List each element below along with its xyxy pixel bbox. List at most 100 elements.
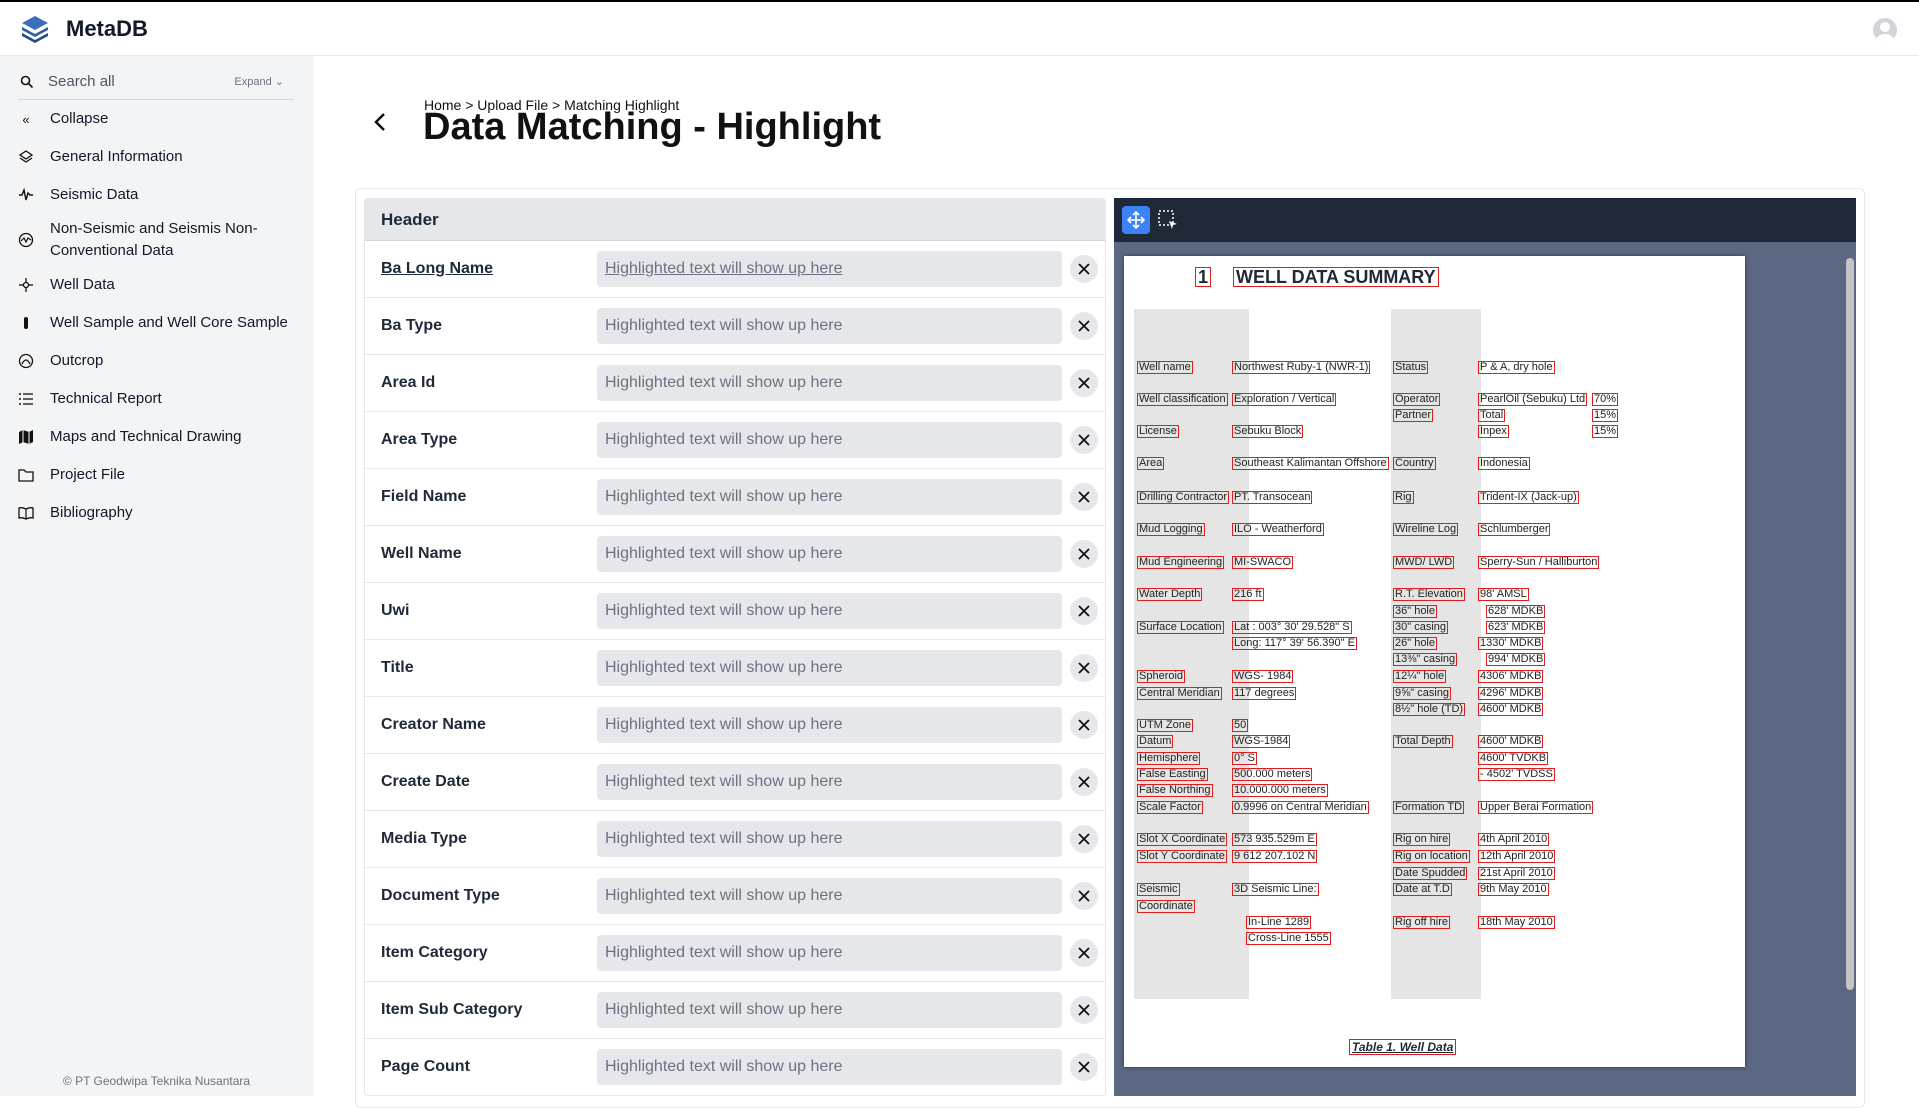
- clear-button[interactable]: [1070, 597, 1098, 625]
- doc-title[interactable]: WELL DATA SUMMARY: [1233, 267, 1439, 287]
- doc-field-label[interactable]: Rig on location: [1393, 850, 1470, 863]
- clear-button[interactable]: [1070, 825, 1098, 853]
- doc-field-label[interactable]: Slot Y Coordinate: [1137, 850, 1227, 863]
- clear-button[interactable]: [1070, 369, 1098, 397]
- doc-field-value[interactable]: 4306' MDKB: [1478, 670, 1544, 683]
- document-viewer[interactable]: 1 WELL DATA SUMMARY Well name Well classi…: [1114, 198, 1856, 1096]
- doc-field-value[interactable]: Upper Berai Formation: [1478, 801, 1594, 814]
- doc-field-label[interactable]: Mud Engineering: [1137, 556, 1225, 569]
- field-input-document-type[interactable]: Highlighted text will show up here: [597, 878, 1062, 914]
- field-input-uwi[interactable]: Highlighted text will show up here: [597, 593, 1062, 629]
- doc-field-label[interactable]: False Easting: [1137, 768, 1208, 781]
- doc-caption[interactable]: Table 1. Well Data: [1349, 1039, 1457, 1055]
- doc-field-label[interactable]: Formation TD: [1393, 801, 1465, 814]
- doc-percent-value[interactable]: 70%: [1592, 393, 1619, 406]
- pan-tool-button[interactable]: [1122, 206, 1150, 234]
- doc-section-number[interactable]: 1: [1195, 267, 1212, 287]
- doc-field-label[interactable]: False Northing: [1137, 784, 1213, 797]
- sidebar-item-well-sample[interactable]: Well Sample and Well Core Sample: [0, 304, 313, 342]
- doc-field-label[interactable]: Surface Location: [1137, 621, 1224, 634]
- sidebar-item-well-data[interactable]: Well Data: [0, 266, 313, 304]
- doc-field-label[interactable]: MWD/ LWD: [1393, 556, 1455, 569]
- clear-button[interactable]: [1070, 882, 1098, 910]
- doc-field-value[interactable]: WGS-1984: [1232, 735, 1291, 748]
- clear-button[interactable]: [1070, 483, 1098, 511]
- doc-field-label[interactable]: Area: [1137, 457, 1165, 470]
- doc-field-label[interactable]: Country: [1393, 457, 1436, 470]
- field-input-media-type[interactable]: Highlighted text will show up here: [597, 821, 1062, 857]
- doc-field-label[interactable]: Spheroid: [1137, 670, 1186, 683]
- user-avatar-icon[interactable]: [1873, 18, 1897, 42]
- doc-field-value[interactable]: 0.9996 on Central Meridian: [1232, 801, 1369, 814]
- select-tool-button[interactable]: [1154, 206, 1182, 234]
- doc-field-label[interactable]: Central Meridian: [1137, 687, 1222, 700]
- doc-field-value[interactable]: In-Line 1289: [1246, 916, 1312, 929]
- doc-field-label[interactable]: Coordinate: [1137, 900, 1195, 913]
- doc-field-label[interactable]: Rig on hire: [1393, 833, 1451, 846]
- doc-percent-value[interactable]: 15%: [1592, 425, 1619, 438]
- clear-button[interactable]: [1070, 711, 1098, 739]
- clear-button[interactable]: [1070, 426, 1098, 454]
- sidebar-item-project-file[interactable]: Project File: [0, 456, 313, 494]
- doc-field-label[interactable]: R.T. Elevation: [1393, 588, 1465, 601]
- clear-button[interactable]: [1070, 255, 1098, 283]
- doc-percent-value[interactable]: 15%: [1592, 409, 1619, 422]
- doc-field-value[interactable]: 994' MDKB: [1486, 653, 1546, 666]
- clear-button[interactable]: [1070, 312, 1098, 340]
- search-bar[interactable]: Search all Expand ⌄: [18, 64, 294, 100]
- doc-field-value[interactable]: 18th May 2010: [1478, 916, 1555, 929]
- field-input-create-date[interactable]: Highlighted text will show up here: [597, 764, 1062, 800]
- doc-field-label[interactable]: Water Depth: [1137, 588, 1203, 601]
- clear-button[interactable]: [1070, 996, 1098, 1024]
- sidebar-item-collapse[interactable]: « Collapse: [0, 100, 313, 138]
- doc-field-label[interactable]: Mud Logging: [1137, 523, 1205, 536]
- doc-field-value[interactable]: 98' AMSL: [1478, 588, 1529, 601]
- doc-field-value[interactable]: Inpex: [1478, 425, 1509, 438]
- app-brand[interactable]: MetaDB: [66, 16, 148, 42]
- doc-field-value[interactable]: 4600' MDKB: [1478, 703, 1544, 716]
- doc-field-value[interactable]: 12th April 2010: [1478, 850, 1556, 863]
- doc-field-label[interactable]: License: [1137, 425, 1179, 438]
- doc-field-value[interactable]: Long: 117° 39' 56.390" E: [1232, 637, 1357, 650]
- doc-field-value[interactable]: Exploration / Vertical: [1232, 393, 1337, 406]
- doc-field-value[interactable]: 623' MDKB: [1486, 621, 1546, 634]
- sidebar-item-seismic-data[interactable]: Seismic Data: [0, 176, 313, 214]
- doc-field-value[interactable]: 628' MDKB: [1486, 605, 1546, 618]
- doc-field-value[interactable]: Lat : 003° 30' 29.528" S: [1232, 621, 1352, 634]
- field-label-ba-long-name[interactable]: Ba Long Name: [381, 260, 493, 278]
- doc-field-value[interactable]: WGS- 1984: [1232, 670, 1294, 683]
- doc-field-value[interactable]: 1330' MDKB: [1478, 637, 1544, 650]
- back-arrow-icon[interactable]: [372, 110, 388, 134]
- doc-field-label[interactable]: 8½" hole (TD): [1393, 703, 1466, 716]
- doc-field-value[interactable]: 10.000.000 meters: [1232, 784, 1328, 797]
- field-input-ba-long-name[interactable]: Highlighted text will show up here: [597, 251, 1062, 287]
- doc-field-label[interactable]: Drilling Contractor: [1137, 491, 1230, 504]
- field-input-creator-name[interactable]: Highlighted text will show up here: [597, 707, 1062, 743]
- doc-field-value[interactable]: 0° S: [1232, 752, 1257, 765]
- doc-field-value[interactable]: Sperry-Sun / Halliburton: [1478, 556, 1600, 569]
- field-input-page-count[interactable]: Highlighted text will show up here: [597, 1049, 1062, 1085]
- field-input-field-name[interactable]: Highlighted text will show up here: [597, 479, 1062, 515]
- doc-field-value[interactable]: Total: [1478, 409, 1506, 422]
- doc-field-value[interactable]: Sebuku Block: [1232, 425, 1304, 438]
- clear-button[interactable]: [1070, 654, 1098, 682]
- search-input[interactable]: Search all: [48, 73, 115, 90]
- doc-field-value[interactable]: P & A, dry hole: [1478, 361, 1555, 374]
- doc-field-label[interactable]: Date at T.D: [1393, 883, 1452, 896]
- doc-field-label[interactable]: 9⅝" casing: [1393, 687, 1452, 700]
- sidebar-item-bibliography[interactable]: Bibliography: [0, 494, 313, 532]
- viewer-scrollbar[interactable]: [1846, 258, 1854, 990]
- doc-field-value[interactable]: Cross-Line 1555: [1246, 932, 1331, 945]
- doc-field-label[interactable]: 36" hole: [1393, 605, 1437, 618]
- doc-field-label[interactable]: 12¼" hole: [1393, 670, 1447, 683]
- doc-field-value[interactable]: 216 ft: [1232, 588, 1264, 601]
- doc-field-label[interactable]: Well name: [1137, 361, 1193, 374]
- field-input-item-sub-category[interactable]: Highlighted text will show up here: [597, 992, 1062, 1028]
- doc-field-value[interactable]: MI-SWACO: [1232, 556, 1294, 569]
- doc-field-value[interactable]: Indonesia: [1478, 457, 1530, 470]
- doc-field-value[interactable]: 4600' TVDKB: [1478, 752, 1549, 765]
- doc-field-label[interactable]: Total Depth: [1393, 735, 1453, 748]
- doc-field-label[interactable]: Slot X Coordinate: [1137, 833, 1228, 846]
- doc-field-label[interactable]: Scale Factor: [1137, 801, 1203, 814]
- field-input-area-id[interactable]: Highlighted text will show up here: [597, 365, 1062, 401]
